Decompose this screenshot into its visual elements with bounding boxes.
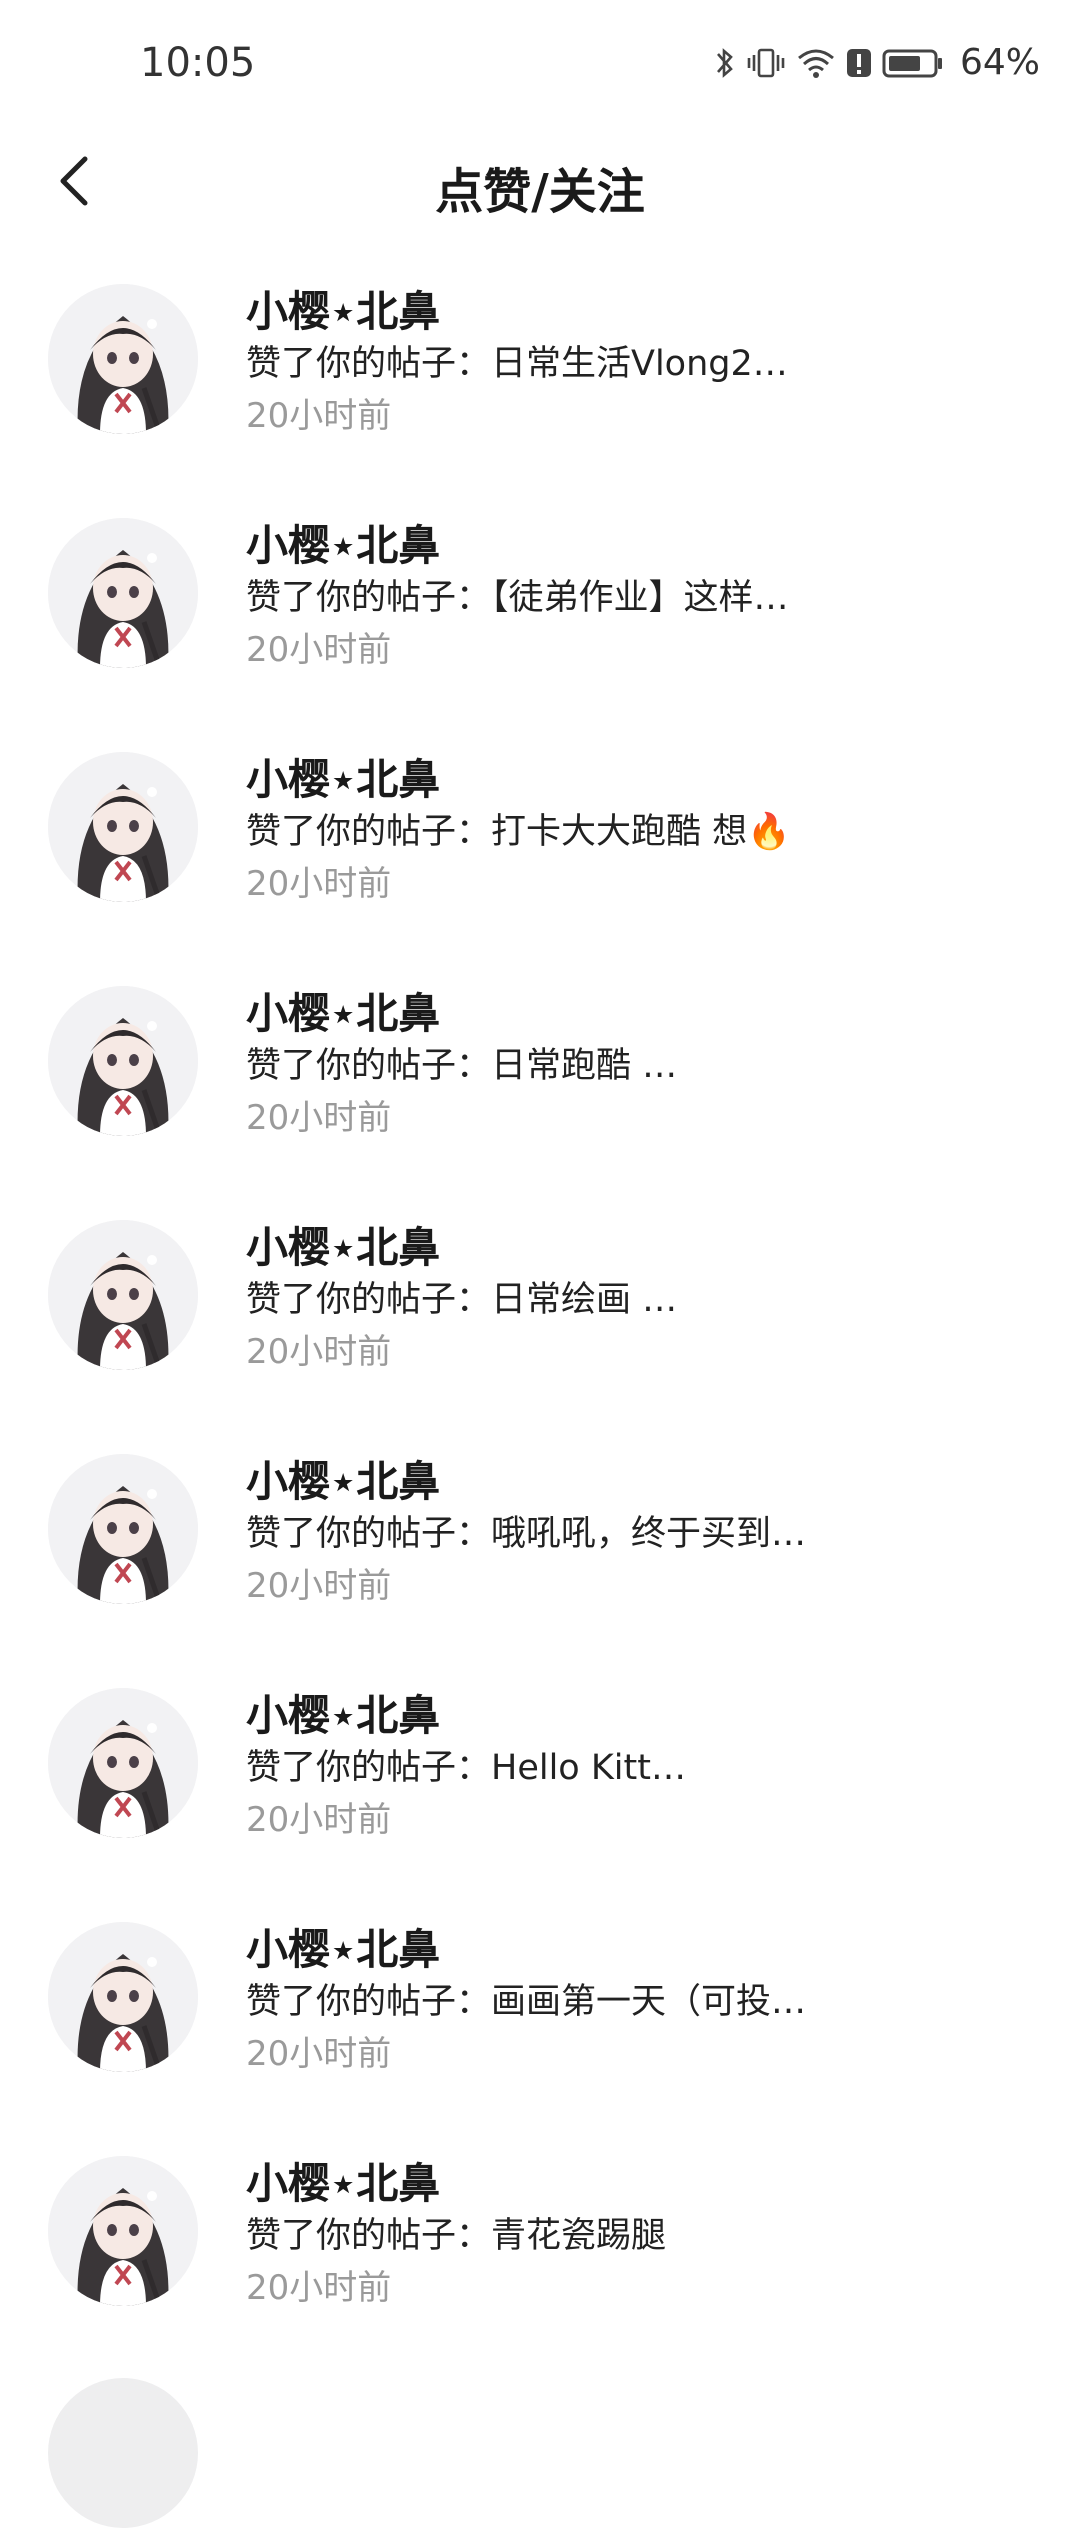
wifi-icon <box>796 45 836 81</box>
timestamp: 20小时前 <box>246 396 392 436</box>
timestamp: 20小时前 <box>246 630 392 670</box>
item-text: 小樱⋆北鼻 赞了你的帖子：【徒弟作业】这样… 20小时前 <box>246 520 1020 676</box>
list-item[interactable]: 小樱⋆北鼻 赞了你的帖子：Hello Kitt… 20小时前 <box>0 1674 1080 1908</box>
username: 小樱⋆北鼻 <box>246 287 441 336</box>
avatar[interactable] <box>48 1220 198 1370</box>
username: 小樱⋆北鼻 <box>246 1925 441 1974</box>
activity-text: 赞了你的帖子：日常跑酷 … <box>246 1046 678 1086</box>
timestamp: 20小时前 <box>246 1332 392 1372</box>
avatar[interactable] <box>48 1454 198 1604</box>
avatar[interactable] <box>48 1922 198 2072</box>
item-text: 小樱⋆北鼻 赞了你的帖子：哦吼吼，终于买到… 20小时前 <box>246 1456 1020 1612</box>
list-item[interactable]: 小樱⋆北鼻 赞了你的帖子：青花瓷踢腿 20小时前 <box>0 2142 1080 2376</box>
list-item[interactable]: 小樱⋆北鼻 赞了你的帖子：打卡大大跑酷 想🔥 20小时前 <box>0 738 1080 972</box>
activity-text: 赞了你的帖子：Hello Kitt… <box>246 1748 686 1788</box>
username: 小樱⋆北鼻 <box>246 1691 441 1740</box>
avatar[interactable] <box>48 2378 198 2528</box>
status-icons: 64% <box>714 42 1040 83</box>
status-bar: 10:05 64% <box>0 0 1080 130</box>
battery-icon <box>882 45 944 81</box>
item-text: 小樱⋆北鼻 赞了你的帖子：日常生活Vlong2… 20小时前 <box>246 286 1020 442</box>
page-title: 点赞/关注 <box>435 164 645 220</box>
username: 小樱⋆北鼻 <box>246 1223 441 1272</box>
timestamp: 20小时前 <box>246 2034 392 2074</box>
list-item[interactable]: 小樱⋆北鼻 赞了你的帖子：【徒弟作业】这样… 20小时前 <box>0 504 1080 738</box>
avatar[interactable] <box>48 986 198 1136</box>
bluetooth-icon <box>714 45 736 81</box>
activity-text: 赞了你的帖子：日常绘画 … <box>246 1280 678 1320</box>
item-text: 小樱⋆北鼻 赞了你的帖子：日常跑酷 … 20小时前 <box>246 988 1020 1144</box>
timestamp: 20小时前 <box>246 1800 392 1840</box>
avatar[interactable] <box>48 1688 198 1838</box>
timestamp: 20小时前 <box>246 2268 392 2308</box>
item-text: 小樱⋆北鼻 赞了你的帖子：青花瓷踢腿 20小时前 <box>246 2158 1020 2314</box>
avatar[interactable] <box>48 518 198 668</box>
timestamp: 20小时前 <box>246 864 392 904</box>
timestamp: 20小时前 <box>246 1566 392 1606</box>
alert-icon <box>846 45 872 81</box>
avatar[interactable] <box>48 752 198 902</box>
list-item[interactable]: 小樱⋆北鼻 赞了你的帖子：日常绘画 … 20小时前 <box>0 1206 1080 1440</box>
activity-text: 赞了你的帖子：打卡大大跑酷 想🔥 <box>246 812 791 852</box>
battery-percent: 64% <box>959 42 1040 83</box>
username: 小樱⋆北鼻 <box>246 755 441 804</box>
username: 小樱⋆北鼻 <box>246 2159 441 2208</box>
activity-text: 赞了你的帖子：哦吼吼，终于买到… <box>246 1514 807 1554</box>
item-text: 小樱⋆北鼻 赞了你的帖子：画画第一天（可投… 20小时前 <box>246 1924 1020 2080</box>
activity-text: 赞了你的帖子：【徒弟作业】这样… <box>246 578 789 618</box>
avatar[interactable] <box>48 2156 198 2306</box>
timestamp: 20小时前 <box>246 1098 392 1138</box>
activity-text: 赞了你的帖子：青花瓷踢腿 <box>246 2216 667 2256</box>
avatar[interactable] <box>48 284 198 434</box>
activity-text: 赞了你的帖子：日常生活Vlong2… <box>246 344 788 384</box>
list-item[interactable]: 小樱⋆北鼻 赞了你的帖子：哦吼吼，终于买到… 20小时前 <box>0 1440 1080 1674</box>
username: 小樱⋆北鼻 <box>246 989 441 1038</box>
vibrate-icon <box>746 45 786 81</box>
status-time: 10:05 <box>140 40 256 86</box>
item-text: 小樱⋆北鼻 赞了你的帖子：Hello Kitt… 20小时前 <box>246 1690 1020 1846</box>
list-item[interactable]: 小樱⋆北鼻 赞了你的帖子：日常跑酷 … 20小时前 <box>0 972 1080 1206</box>
header: 点赞/关注 <box>0 130 1080 240</box>
activity-text: 赞了你的帖子：画画第一天（可投… <box>246 1982 807 2022</box>
username: 小樱⋆北鼻 <box>246 1457 441 1506</box>
notification-list: 小樱⋆北鼻 赞了你的帖子：日常生活Vlong2… 20小时前 小樱⋆北鼻 赞了你… <box>0 270 1080 2376</box>
item-text: 小樱⋆北鼻 赞了你的帖子：日常绘画 … 20小时前 <box>246 1222 1020 1378</box>
list-item[interactable]: 小樱⋆北鼻 赞了你的帖子：日常生活Vlong2… 20小时前 <box>0 270 1080 504</box>
item-text: 小樱⋆北鼻 赞了你的帖子：打卡大大跑酷 想🔥 20小时前 <box>246 754 1020 910</box>
list-item[interactable]: 小樱⋆北鼻 赞了你的帖子：画画第一天（可投… 20小时前 <box>0 1908 1080 2142</box>
username: 小樱⋆北鼻 <box>246 521 441 570</box>
